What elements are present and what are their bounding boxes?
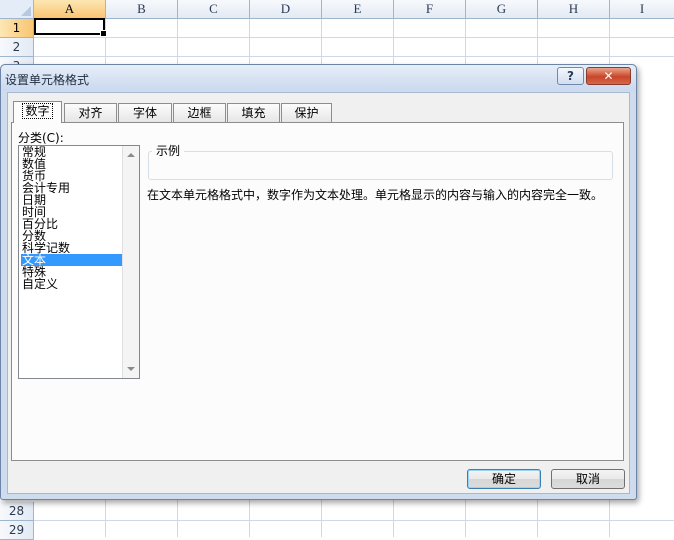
- ok-button[interactable]: 确定: [467, 469, 541, 489]
- close-button[interactable]: ✕: [586, 67, 631, 85]
- column-header-c[interactable]: C: [178, 0, 250, 19]
- tab-number[interactable]: 数字: [13, 101, 62, 123]
- row-header-28[interactable]: 28: [0, 502, 34, 521]
- grid-line: [34, 37, 674, 38]
- tab-font[interactable]: 字体: [118, 103, 172, 122]
- sample-label: 示例: [152, 142, 185, 159]
- sample-groupbox: [148, 151, 613, 180]
- category-label: 分类(C):: [18, 131, 64, 145]
- number-tab-panel: 分类(C): 常规 数值 货币 会计专用 日期 时间 百分比 分数 科学记数 文…: [11, 122, 624, 461]
- scroll-up-arrow-icon[interactable]: [127, 153, 135, 157]
- column-header-a[interactable]: A: [34, 0, 106, 19]
- column-header-g[interactable]: G: [466, 0, 538, 19]
- tab-border[interactable]: 边框: [173, 103, 226, 122]
- column-header-e[interactable]: E: [322, 0, 394, 19]
- grid-line: [34, 520, 674, 521]
- category-scrollbar[interactable]: [122, 146, 139, 378]
- select-all-corner[interactable]: [0, 0, 34, 19]
- tab-alignment[interactable]: 对齐: [64, 103, 117, 122]
- cancel-button[interactable]: 取消: [551, 469, 625, 489]
- scroll-down-arrow-icon[interactable]: [127, 367, 135, 371]
- column-header-f[interactable]: F: [394, 0, 466, 19]
- column-header-i[interactable]: I: [610, 0, 674, 19]
- column-header-h[interactable]: H: [538, 0, 610, 19]
- dialog-title: 设置单元格格式: [5, 73, 90, 87]
- column-header-d[interactable]: D: [250, 0, 322, 19]
- row-header-1[interactable]: 1: [0, 19, 34, 38]
- row-header-29[interactable]: 29: [0, 521, 34, 540]
- format-description: 在文本单元格格式中，数字作为文本处理。单元格显示的内容与输入的内容完全一致。: [147, 188, 604, 202]
- grid-line: [34, 56, 674, 57]
- format-cells-dialog: 设置单元格格式 ? ✕ 数字 对齐 字体 边框 填充 保护 分类(C): 常规 …: [0, 64, 637, 500]
- tab-label: 数字: [22, 103, 53, 119]
- column-header-b[interactable]: B: [106, 0, 178, 19]
- tab-protection[interactable]: 保护: [281, 103, 332, 122]
- row-header-2[interactable]: 2: [0, 38, 34, 57]
- selected-cell-a1[interactable]: [34, 18, 107, 37]
- category-listbox[interactable]: 常规 数值 货币 会计专用 日期 时间 百分比 分数 科学记数 文本 特殊 自定…: [18, 145, 140, 379]
- dialog-body: 数字 对齐 字体 边框 填充 保护 分类(C): 常规 数值 货币 会计专用 日…: [7, 92, 630, 494]
- help-button[interactable]: ?: [557, 67, 584, 85]
- tab-fill[interactable]: 填充: [227, 103, 280, 122]
- dialog-titlebar[interactable]: 设置单元格格式 ? ✕: [1, 65, 636, 91]
- list-item[interactable]: 自定义: [21, 278, 123, 290]
